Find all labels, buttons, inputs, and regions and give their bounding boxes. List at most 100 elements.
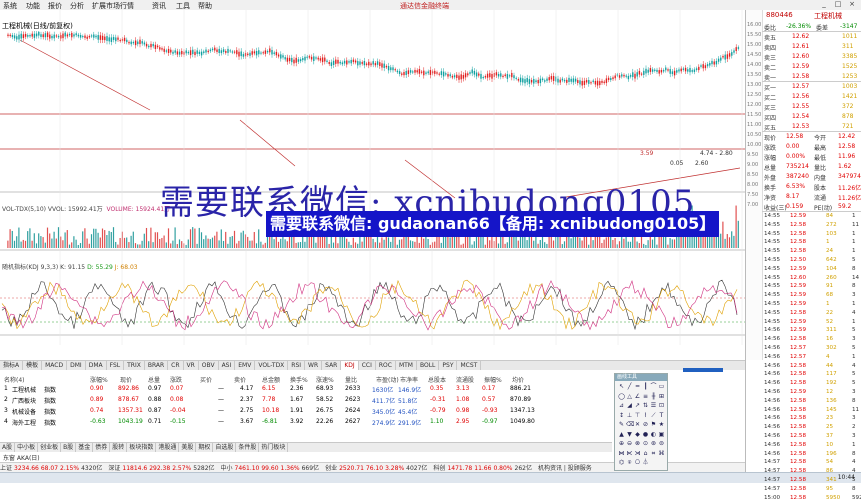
table-header-cell[interactable]: 买价 xyxy=(200,375,212,384)
table-header-cell[interactable]: 现价 xyxy=(120,375,132,384)
indicator-tab[interactable]: BOLL xyxy=(417,361,440,370)
draw-tool-icon[interactable]: ⊤ xyxy=(634,412,641,419)
indicator-tab[interactable]: DMI xyxy=(67,361,86,370)
market-tab[interactable]: 条件股 xyxy=(236,443,260,452)
table-header-cell[interactable]: 市净率 xyxy=(400,375,418,384)
draw-tool-icon[interactable]: ≡ xyxy=(642,393,649,400)
draw-tool-icon[interactable]: ⌒ xyxy=(650,383,657,390)
indicator-tab[interactable]: ASI xyxy=(219,361,236,370)
draw-tool-icon[interactable]: ⌫ xyxy=(626,421,634,428)
table-row[interactable]: 1 工程机械 指数 0.90 892.86 0.97 0.07 — 4.17 6.15 2.36 68… xyxy=(0,384,612,394)
indicator-tab[interactable]: PSY xyxy=(439,361,458,370)
indicator-tab[interactable]: OBV xyxy=(199,361,219,370)
indicator-tab[interactable]: CCI xyxy=(359,361,376,370)
indicator-tab[interactable]: KDJ xyxy=(341,361,359,370)
draw-tool-icon[interactable]: ◐ xyxy=(650,431,657,438)
market-tab[interactable]: 创业板 xyxy=(38,443,62,452)
draw-tool-icon[interactable]: ◆ xyxy=(634,431,641,438)
index-summary[interactable]: 深证 11814.6 292.38 2.57% 5282亿 xyxy=(108,465,214,472)
table-row[interactable]: 2 广西板块 指数 0.89 878.67 0.88 0.08 — 2.37 7.78 1.67 58… xyxy=(0,395,612,405)
index-summary[interactable]: 中小 7461.10 99.60 1.36% 669亿 xyxy=(221,465,320,472)
draw-tool-icon[interactable]: ∠ xyxy=(634,393,641,400)
indicator-tab[interactable]: SAR xyxy=(322,361,342,370)
draw-tool-icon[interactable]: ⍟ xyxy=(626,459,633,466)
table-header-cell[interactable]: 涨幅% xyxy=(90,375,108,384)
draw-tool-icon[interactable]: ✕ xyxy=(634,421,641,428)
indicator-tab[interactable]: WR xyxy=(305,361,323,370)
draw-tool-icon[interactable]: ⟋ xyxy=(650,412,657,419)
draw-tool-icon[interactable]: ⊕ xyxy=(618,440,625,447)
table-header-cell[interactable]: 振幅% xyxy=(484,375,502,384)
draw-tool-icon[interactable]: ✎ xyxy=(618,421,625,428)
draw-tool-icon[interactable]: ◯ xyxy=(618,393,625,400)
table-header-cell[interactable]: 总金额 xyxy=(262,375,280,384)
indicator-tab[interactable]: 模板 xyxy=(23,361,43,370)
draw-tool-icon[interactable]: ⌬ xyxy=(618,459,625,466)
table-header-cell[interactable]: 总股本 xyxy=(428,375,446,384)
indicator-tab[interactable]: MTM xyxy=(396,361,417,370)
draw-tool-icon[interactable]: ⊛ xyxy=(650,440,657,447)
market-tab[interactable]: 债券 xyxy=(93,443,111,452)
draw-tool-icon[interactable]: ◢ xyxy=(626,402,633,409)
draw-tool-icon[interactable]: ⌗ xyxy=(650,450,657,457)
draw-tool-icon[interactable]: ☰ xyxy=(650,402,657,409)
market-tab[interactable]: 美股 xyxy=(179,443,197,452)
market-tab[interactable]: 中小板 xyxy=(15,443,39,452)
indicator-tab[interactable]: FSL xyxy=(107,361,125,370)
indicator-tab[interactable]: RSI xyxy=(288,361,306,370)
table-header-cell[interactable]: 卖价 xyxy=(234,375,246,384)
indicator-tab[interactable]: BRAR xyxy=(145,361,169,370)
table-row[interactable]: 4 海外工程 指数 -0.63 1043.19 0.71 -0.15 — 3.67 -6.81 3.… xyxy=(0,417,612,427)
draw-tool-icon[interactable]: ● xyxy=(642,431,649,438)
draw-tool-icon[interactable]: ⊖ xyxy=(626,440,633,447)
draw-tool-icon[interactable]: ★ xyxy=(658,421,665,428)
draw-tool-icon[interactable]: △ xyxy=(626,393,633,400)
draw-tool-icon[interactable]: ▲ xyxy=(618,431,625,438)
indicator-tab[interactable]: VOL-TDX xyxy=(255,361,289,370)
status-extra[interactable]: 机构资讯 | 投顾服务 xyxy=(538,465,592,472)
draw-tool-icon[interactable]: ↕ xyxy=(618,412,625,419)
draw-tool-icon[interactable]: T xyxy=(658,412,665,419)
draw-tool-icon[interactable]: ⎔ xyxy=(634,459,641,466)
draw-tool-icon[interactable]: ⋈ xyxy=(618,450,625,457)
draw-tool-icon[interactable]: ⚑ xyxy=(650,421,657,428)
table-header-cell[interactable]: 流通股 xyxy=(456,375,474,384)
market-tab[interactable]: 期权 xyxy=(196,443,214,452)
drawing-toolbox[interactable]: 画线工具 ↖ ╱ ━ ┃ ⌒ ▭ ◯ △ ∠ ≡ ╫ ⊞ ⊿ ◢ ↗ ⇅ ☰ ⊡ ↕ ⊥ ⊤ ⌇ ⟋ T ✎ ⌫ ✕ ⊘ ⚑ ★ ▲ ▼ ◆ ● ◐… xyxy=(614,373,668,471)
draw-tool-icon[interactable]: ⇅ xyxy=(642,402,649,409)
table-header-cell[interactable]: 名称(4) xyxy=(4,375,25,384)
index-summary[interactable]: 科创 1471.78 11.66 0.80% 262亿 xyxy=(433,465,532,472)
market-tab[interactable]: 板块指数 xyxy=(127,443,157,452)
indicator-tab[interactable]: TRIX xyxy=(124,361,145,370)
draw-tool-icon[interactable]: ⏃ xyxy=(642,459,649,466)
indicator-tab[interactable]: 指标A xyxy=(0,361,24,370)
draw-tool-icon[interactable]: ⌂ xyxy=(642,450,649,457)
scrollbar-thumb[interactable] xyxy=(683,368,723,372)
draw-tool-icon[interactable]: ⊞ xyxy=(658,393,665,400)
draw-tool-icon[interactable]: ⌘ xyxy=(658,450,665,457)
draw-tool-icon[interactable]: ⊡ xyxy=(658,402,665,409)
indicator-tab[interactable]: VR xyxy=(184,361,199,370)
index-summary[interactable]: 创业 2520.71 76.10 3.28% 4027亿 xyxy=(325,465,427,472)
draw-tool-icon[interactable]: ⋉ xyxy=(626,450,633,457)
maximize-button[interactable]: □ xyxy=(831,0,845,9)
market-tab[interactable]: 基金 xyxy=(76,443,94,452)
draw-tool-icon[interactable]: ╫ xyxy=(650,393,657,400)
draw-tool-icon[interactable]: ┃ xyxy=(642,383,649,390)
table-header-cell[interactable]: 市盈(动) xyxy=(376,375,399,384)
table-header-cell[interactable]: 均价 xyxy=(512,375,524,384)
market-tab[interactable]: B股 xyxy=(61,443,77,452)
draw-tool-icon[interactable]: ⊜ xyxy=(658,440,665,447)
draw-tool-icon[interactable]: ⋊ xyxy=(634,450,641,457)
market-tab[interactable]: 股转 xyxy=(110,443,128,452)
indicator-tab[interactable]: EMV xyxy=(235,361,256,370)
indicator-tab[interactable]: MCST xyxy=(457,361,482,370)
draw-tool-icon[interactable]: ▭ xyxy=(658,383,665,390)
table-header-cell[interactable]: 涨跌 xyxy=(170,375,182,384)
draw-tool-icon[interactable]: ↗ xyxy=(634,402,641,409)
draw-tool-icon[interactable]: ⌇ xyxy=(642,412,649,419)
index-summary[interactable]: 上证 3234.66 68.07 2.15% 4320亿 xyxy=(0,465,102,472)
indicator-tab[interactable]: MACD xyxy=(42,361,68,370)
draw-tool-icon[interactable]: ▣ xyxy=(658,431,665,438)
draw-tool-icon[interactable]: ⊙ xyxy=(642,440,649,447)
